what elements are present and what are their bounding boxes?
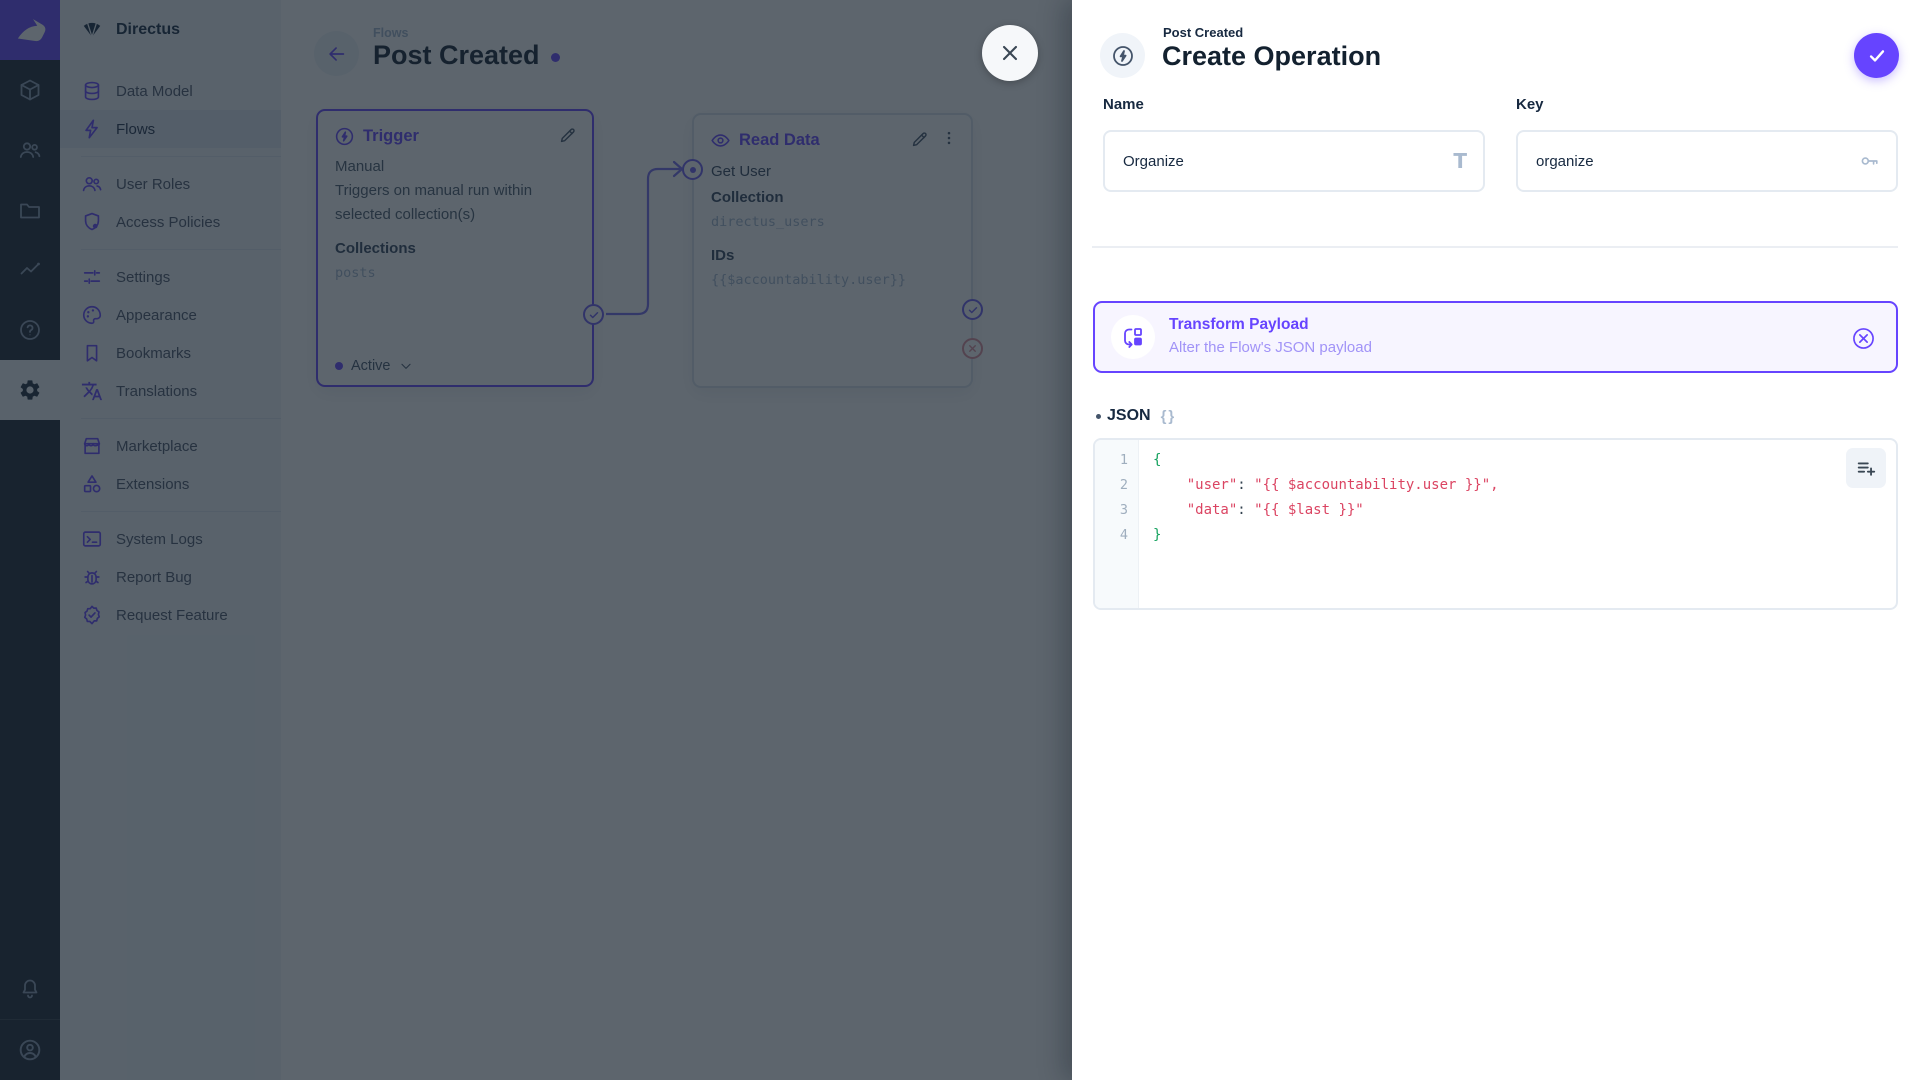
code-line: "user": "{{ $accountability.user }}", [1186, 477, 1499, 493]
operation-type-subtitle: Alter the Flow's JSON payload [1169, 339, 1372, 356]
line-number: 1 [1119, 452, 1128, 468]
code-line: } [1153, 527, 1162, 543]
drawer-breadcrumb[interactable]: Post Created [1163, 25, 1243, 40]
close-icon [1002, 45, 1018, 61]
key-field[interactable] [1516, 130, 1898, 192]
transform-payload-icon [1111, 315, 1155, 359]
json-code-editor[interactable]: 1 2 3 4 { "user": "{{ $accountability.us… [1093, 438, 1898, 610]
code-line: { [1153, 452, 1162, 468]
name-input[interactable] [1105, 152, 1454, 170]
save-button[interactable] [1854, 33, 1899, 78]
braces-icon[interactable]: {} [1161, 408, 1177, 425]
drawer-title: Create Operation [1162, 41, 1382, 71]
json-field-header: JSON {} [1096, 407, 1176, 425]
line-number: 2 [1119, 477, 1128, 493]
modal-dim-overlay[interactable] [0, 0, 1072, 1080]
edited-dot [1096, 413, 1101, 419]
insert-field-button[interactable] [1846, 448, 1886, 488]
drawer-close-button[interactable] [982, 25, 1038, 81]
line-number: 4 [1119, 527, 1128, 543]
title-T-icon: T [1453, 149, 1467, 173]
create-operation-drawer: Post Created Create Operation Name T Key… [1072, 0, 1920, 1080]
json-label: JSON [1107, 407, 1151, 424]
section-divider [1092, 246, 1898, 248]
key-icon [1858, 150, 1880, 172]
name-field[interactable]: T [1103, 130, 1485, 192]
line-number-gutter: 1 2 3 4 [1095, 440, 1139, 608]
name-label: Name [1103, 96, 1144, 113]
operation-type-title: Transform Payload [1169, 316, 1309, 333]
deselect-operation-icon[interactable] [1851, 326, 1876, 351]
operation-type-card[interactable]: Transform Payload Alter the Flow's JSON … [1093, 301, 1898, 373]
key-input[interactable] [1518, 152, 1858, 170]
code-line: "data": "{{ $last }}" [1186, 502, 1364, 518]
check-icon [1869, 49, 1884, 62]
code-area[interactable]: { "user": "{{ $accountability.user }}", … [1140, 440, 1896, 608]
line-number: 3 [1119, 502, 1128, 518]
key-label: Key [1516, 96, 1544, 113]
playlist-add-icon [1857, 462, 1876, 476]
operation-bolt-circle-icon [1100, 33, 1145, 78]
